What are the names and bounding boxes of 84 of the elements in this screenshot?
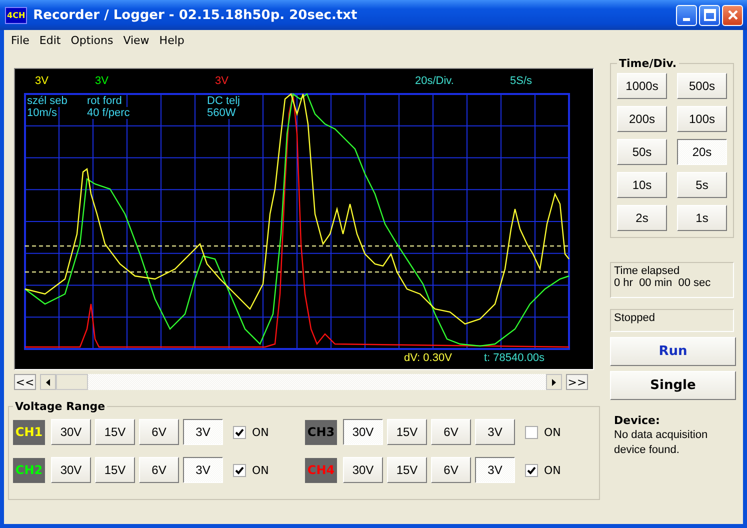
app-icon: 4CH bbox=[5, 6, 28, 24]
range-button[interactable]: 30V bbox=[343, 419, 383, 445]
time-div-button[interactable]: 2s bbox=[617, 205, 667, 231]
channel-unit: 40 f/perc bbox=[87, 107, 130, 119]
channel-unit: 560W bbox=[207, 107, 236, 119]
menu-item[interactable]: Options bbox=[66, 34, 118, 46]
channel-label: CH2 bbox=[15, 463, 43, 477]
maximize-button[interactable] bbox=[699, 4, 720, 26]
menu-item[interactable]: Help bbox=[154, 34, 190, 46]
elapsed-label: Time elapsed bbox=[614, 265, 681, 277]
right-arrow-icon bbox=[552, 378, 556, 386]
range-button[interactable]: 6V bbox=[431, 457, 471, 483]
check-icon bbox=[235, 428, 244, 436]
menu-item[interactable]: Edit bbox=[34, 34, 66, 46]
left-arrow-icon bbox=[46, 378, 50, 386]
time-reading: t: 78540.00s bbox=[484, 352, 545, 364]
checkbox-label: ON bbox=[544, 426, 561, 438]
device-message: No data acquisition device found. bbox=[614, 428, 709, 458]
run-button[interactable]: Run bbox=[610, 337, 736, 366]
time-div-button[interactable]: 200s bbox=[617, 106, 667, 132]
channel-name: DC telj bbox=[207, 95, 240, 107]
time-div-button[interactable]: 50s bbox=[617, 139, 667, 165]
range-button[interactable]: 30V bbox=[51, 419, 91, 445]
checkbox[interactable] bbox=[233, 426, 246, 438]
channel-label: CH3 bbox=[307, 425, 335, 439]
channel-name: rot ford bbox=[87, 95, 122, 107]
scroll-left-button[interactable] bbox=[40, 374, 56, 390]
minimize-icon bbox=[683, 18, 690, 20]
window-title: Recorder / Logger - 02.15.18h50p. 20sec.txt bbox=[33, 8, 358, 22]
checkbox-label: ON bbox=[544, 464, 561, 476]
checkbox[interactable] bbox=[525, 464, 538, 476]
range-button[interactable]: 30V bbox=[343, 457, 383, 483]
time-div-button[interactable]: 5s bbox=[677, 172, 727, 198]
elapsed-value: 0 hr 00 min 00 sec bbox=[614, 277, 712, 289]
time-div-button[interactable]: 100s bbox=[677, 106, 727, 132]
menu-item[interactable]: File bbox=[6, 34, 34, 46]
last-button[interactable]: >> bbox=[566, 374, 588, 390]
range-button[interactable]: 30V bbox=[51, 457, 91, 483]
range-button[interactable]: 3V bbox=[475, 457, 515, 483]
channel-label: CH1 bbox=[15, 425, 43, 439]
time-div-label: 20s/Div. bbox=[415, 75, 454, 87]
menu-item[interactable]: View bbox=[118, 34, 154, 46]
channel-scale-label: 3V bbox=[95, 75, 108, 87]
range-button[interactable]: 15V bbox=[387, 419, 427, 445]
time-div-button[interactable]: 10s bbox=[617, 172, 667, 198]
sample-rate-label: 5S/s bbox=[510, 75, 532, 87]
group-title: Time/Div. bbox=[618, 57, 678, 70]
device-label: Device: bbox=[614, 413, 661, 428]
range-button[interactable]: 6V bbox=[139, 419, 179, 445]
range-button[interactable]: 15V bbox=[387, 457, 427, 483]
close-icon bbox=[726, 9, 738, 21]
first-button[interactable]: << bbox=[14, 374, 36, 390]
checkbox-label: ON bbox=[252, 426, 269, 438]
channel-scale-label: 3V bbox=[35, 75, 48, 87]
channel-label: CH4 bbox=[307, 463, 335, 477]
channel-scale-label: 3V bbox=[215, 75, 228, 87]
range-button[interactable]: 6V bbox=[431, 419, 471, 445]
range-button[interactable]: 3V bbox=[183, 419, 223, 445]
range-button[interactable]: 6V bbox=[139, 457, 179, 483]
close-button[interactable] bbox=[722, 4, 743, 26]
channel-unit: 10m/s bbox=[27, 107, 57, 119]
channel-name: szél seb bbox=[27, 95, 68, 107]
time-div-button[interactable]: 500s bbox=[677, 73, 727, 99]
status-text: Stopped bbox=[614, 312, 656, 324]
check-icon bbox=[527, 466, 536, 474]
checkbox[interactable] bbox=[233, 464, 246, 476]
range-button[interactable]: 3V bbox=[183, 457, 223, 483]
group-title: Voltage Range bbox=[14, 400, 106, 413]
checkbox[interactable] bbox=[525, 426, 538, 438]
scroll-thumb[interactable] bbox=[56, 374, 88, 390]
checkbox-label: ON bbox=[252, 464, 269, 476]
scroll-right-button[interactable] bbox=[546, 374, 562, 390]
range-button[interactable]: 15V bbox=[95, 419, 135, 445]
range-button[interactable]: 3V bbox=[475, 419, 515, 445]
minimize-button[interactable] bbox=[676, 4, 697, 26]
single-button[interactable]: Single bbox=[610, 371, 736, 400]
maximize-icon bbox=[704, 9, 716, 21]
time-div-button[interactable]: 20s bbox=[677, 139, 727, 165]
dv-reading: dV: 0.30V bbox=[404, 352, 452, 364]
time-div-button[interactable]: 1000s bbox=[617, 73, 667, 99]
time-div-button[interactable]: 1s bbox=[677, 205, 727, 231]
check-icon bbox=[235, 466, 244, 474]
scrollbar[interactable] bbox=[40, 374, 562, 390]
range-button[interactable]: 15V bbox=[95, 457, 135, 483]
